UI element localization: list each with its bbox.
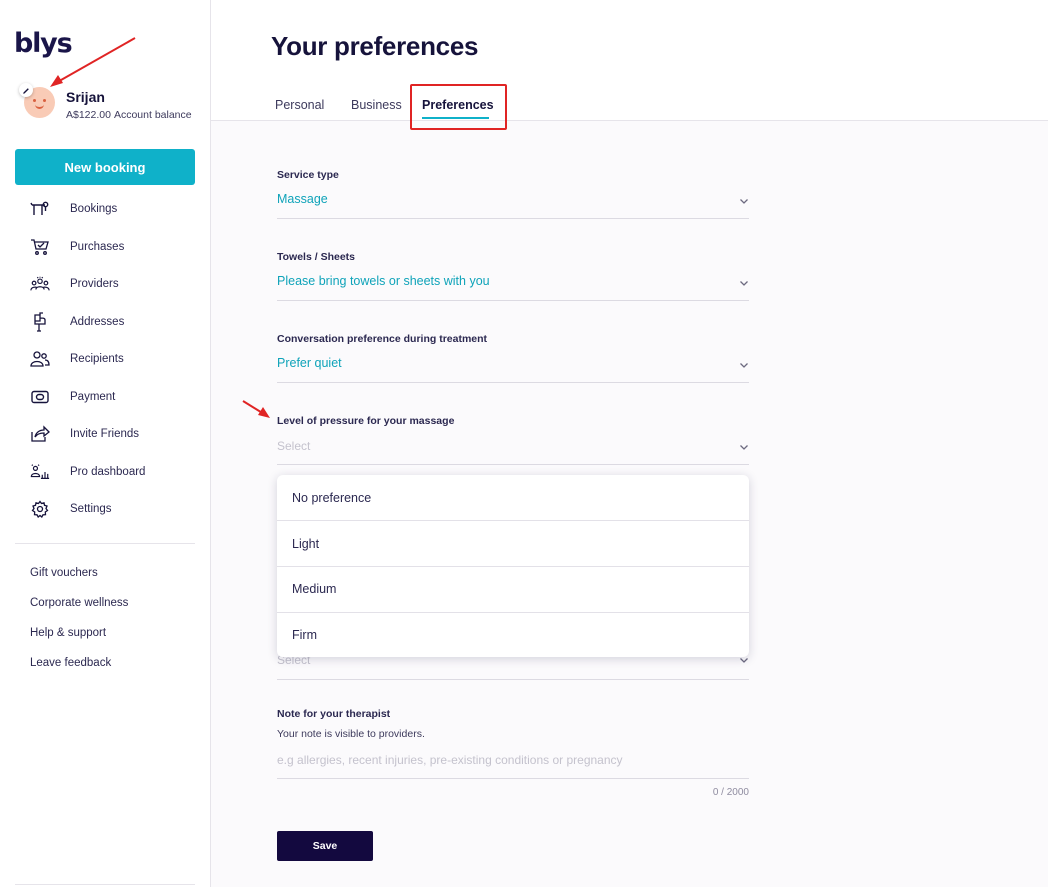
towels-sheets-label: Towels / Sheets [277, 251, 355, 263]
red-arrow-icon [242, 400, 270, 418]
conversation-preference-value[interactable]: Prefer quiet [277, 356, 342, 370]
chevron-down-icon[interactable] [739, 442, 749, 452]
sidebar-item-providers[interactable]: Providers [30, 274, 119, 294]
bookings-icon [30, 199, 50, 219]
new-booking-button[interactable]: New booking [15, 149, 195, 185]
dropdown-option-medium[interactable]: Medium [277, 566, 749, 612]
therapist-note-sublabel: Your note is visible to providers. [277, 728, 425, 740]
pressure-level-label: Level of pressure for your massage [277, 415, 455, 427]
sidebar: blys Srijan A$122.00 Account balance New … [0, 0, 211, 887]
tab-highlight-box [410, 84, 507, 130]
therapist-note-field: Note for your therapist Your note is vis… [277, 708, 749, 800]
service-type-field[interactable]: Service type Massage [277, 169, 749, 219]
share-icon [30, 424, 50, 444]
main-content: Your preferences Personal Business Prefe… [211, 0, 1048, 887]
sidebar-item-purchases[interactable]: Purchases [30, 237, 124, 257]
pressure-dropdown-menu: No preference Light Medium Firm [277, 475, 749, 657]
dropdown-option-light[interactable]: Light [277, 521, 749, 567]
pressure-level-select[interactable]: Select [277, 439, 310, 453]
therapist-note-label: Note for your therapist [277, 708, 391, 720]
mailbox-icon [30, 312, 50, 332]
sidebar-item-settings[interactable]: Settings [30, 499, 112, 519]
towels-sheets-field[interactable]: Towels / Sheets Please bring towels or s… [277, 251, 749, 301]
therapist-note-input[interactable]: e.g allergies, recent injuries, pre-exis… [277, 753, 623, 767]
towels-sheets-value[interactable]: Please bring towels or sheets with you [277, 274, 490, 288]
sidebar-divider-bottom [15, 884, 195, 885]
cart-icon [30, 237, 50, 257]
recipients-icon [30, 349, 50, 369]
conversation-preference-field[interactable]: Conversation preference during treatment… [277, 333, 749, 383]
corporate-wellness-link[interactable]: Corporate wellness [30, 597, 128, 609]
sidebar-item-label: Invite Friends [70, 428, 140, 440]
pressure-level-field[interactable]: Level of pressure for your massage Selec… [277, 415, 749, 465]
page-header: Your preferences Personal Business Prefe… [211, 0, 1048, 121]
providers-icon [30, 274, 50, 294]
sidebar-item-label: Bookings [70, 203, 118, 215]
field-underline [277, 218, 749, 219]
dropdown-option-no-preference[interactable]: No preference [277, 475, 749, 521]
dashboard-icon [30, 462, 50, 482]
chevron-down-icon[interactable] [739, 360, 749, 370]
sidebar-item-recipients[interactable]: Recipients [30, 349, 124, 369]
sidebar-divider [15, 543, 195, 544]
tab-business[interactable]: Business [351, 98, 402, 112]
chevron-down-icon[interactable] [739, 278, 749, 288]
sidebar-item-label: Recipients [70, 353, 124, 365]
balance-label: Account balance [113, 109, 192, 121]
service-type-value[interactable]: Massage [277, 192, 328, 206]
sidebar-item-label: Pro dashboard [70, 466, 146, 478]
sidebar-item-label: Purchases [70, 241, 125, 253]
payment-icon [30, 387, 50, 407]
sidebar-item-label: Providers [70, 278, 119, 290]
sidebar-item-pro-dashboard[interactable]: Pro dashboard [30, 462, 145, 482]
leave-feedback-link[interactable]: Leave feedback [30, 657, 111, 669]
service-type-label: Service type [277, 169, 339, 181]
sidebar-item-label: Payment [70, 391, 116, 403]
field-underline [277, 300, 749, 301]
sidebar-item-payment[interactable]: Payment [30, 387, 115, 407]
red-arrow-icon [50, 37, 136, 87]
chevron-down-icon[interactable] [739, 196, 749, 206]
sidebar-item-bookings[interactable]: Bookings [30, 199, 117, 219]
dropdown-option-firm[interactable]: Firm [277, 612, 749, 657]
user-name: Srijan [66, 89, 105, 105]
field-underline [277, 464, 749, 465]
page-title: Your preferences [271, 31, 479, 61]
sidebar-item-invite-friends[interactable]: Invite Friends [30, 424, 139, 444]
help-support-link[interactable]: Help & support [30, 627, 106, 639]
field-underline [277, 382, 749, 383]
conversation-preference-label: Conversation preference during treatment [277, 333, 488, 345]
tab-personal[interactable]: Personal [275, 98, 324, 112]
account-balance: A$122.00 Account balance [66, 109, 192, 121]
sidebar-item-label: Addresses [70, 316, 125, 328]
gear-icon [30, 499, 50, 519]
balance-amount: A$122.00 [66, 109, 111, 121]
sidebar-item-label: Settings [70, 503, 112, 515]
character-counter: 0 / 2000 [712, 787, 749, 798]
pencil-icon[interactable] [19, 83, 33, 97]
field-underline [277, 679, 749, 680]
gift-vouchers-link[interactable]: Gift vouchers [30, 567, 98, 579]
field-underline [277, 778, 749, 779]
sidebar-item-addresses[interactable]: Addresses [30, 312, 124, 332]
save-button[interactable]: Save [277, 831, 373, 861]
